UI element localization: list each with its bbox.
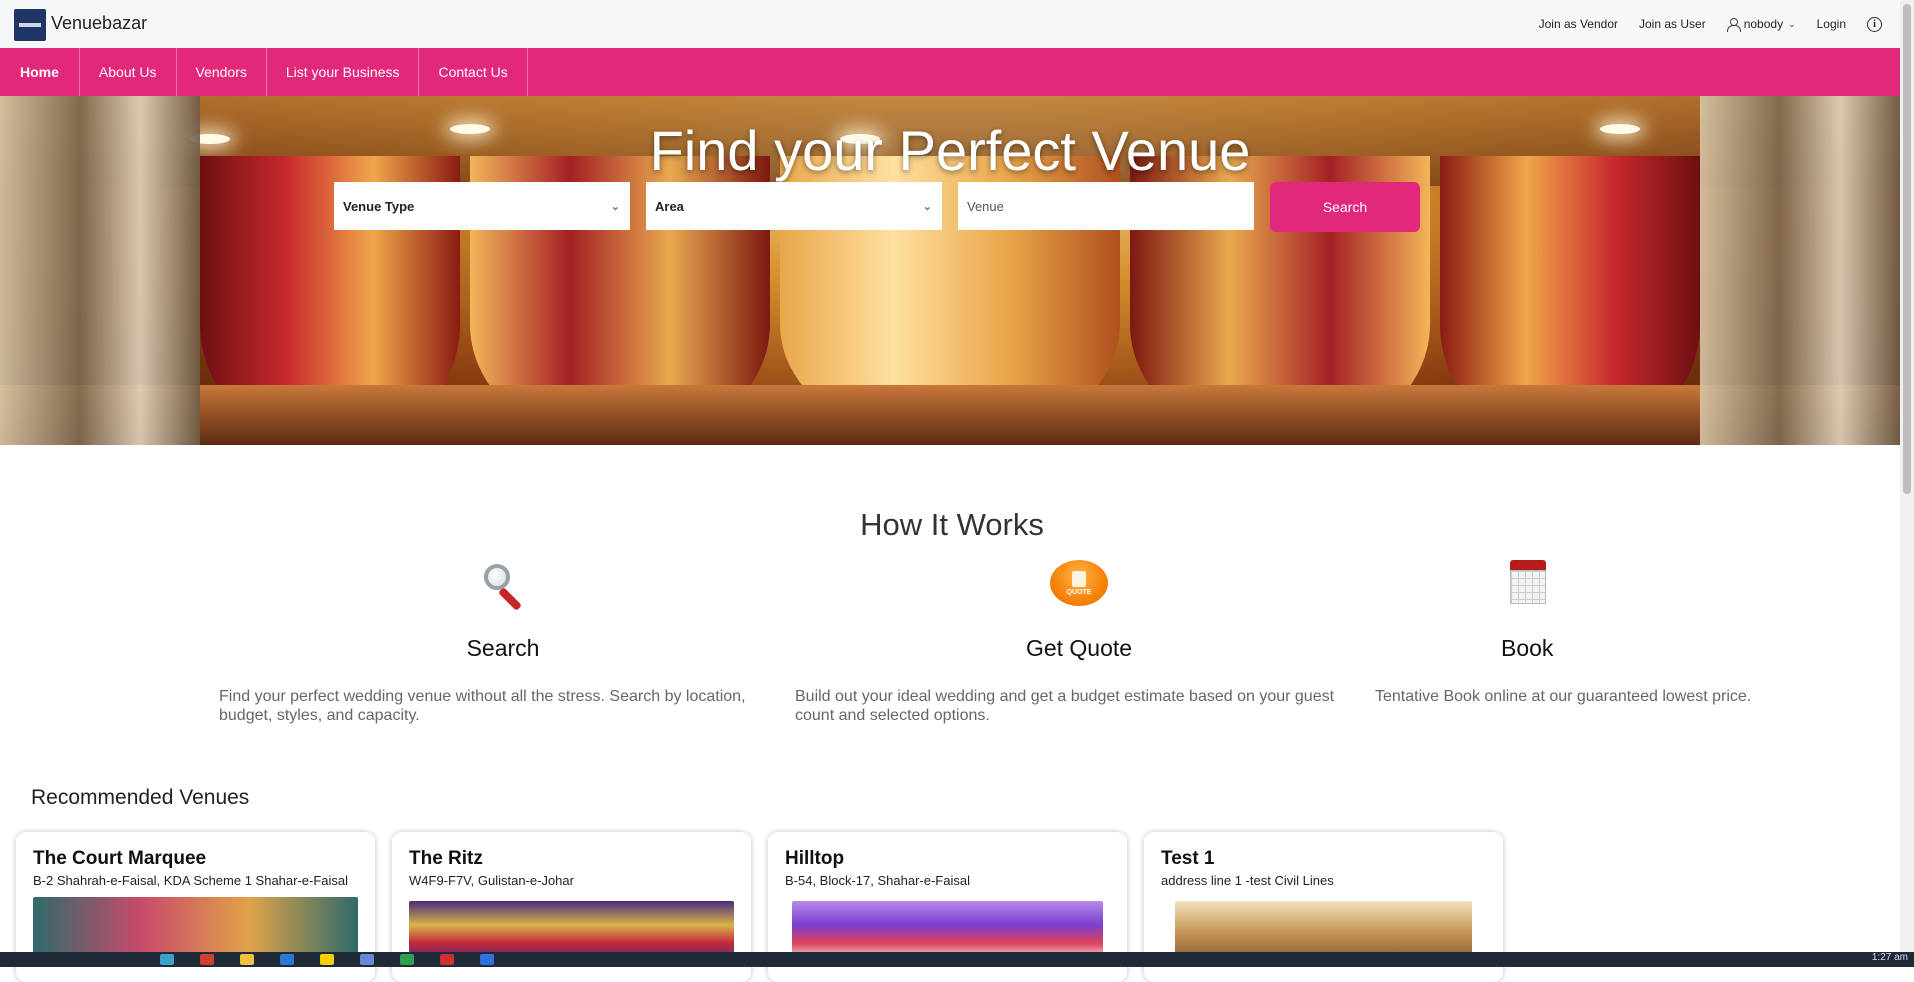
recommended-title: Recommended Venues: [31, 786, 250, 809]
os-taskbar: 1:27 am: [0, 952, 1914, 967]
step-book: Book Tentative Book online at our guaran…: [1365, 560, 1845, 706]
page-scrollbar[interactable]: [1900, 0, 1914, 952]
join-vendor-link[interactable]: Join as Vendor: [1539, 17, 1618, 31]
nav-item-vendors[interactable]: Vendors: [177, 48, 267, 96]
step-search: Search Find your perfect wedding venue w…: [213, 560, 793, 725]
venue-input[interactable]: Venue: [958, 182, 1254, 230]
taskbar-app-icon[interactable]: [280, 954, 294, 965]
step-get-quote: QUOTE Get Quote Build out your ideal wed…: [789, 560, 1369, 725]
stage-floor: [0, 385, 1900, 445]
nav-item-home[interactable]: Home: [0, 48, 80, 96]
taskbar-clock: 1:27 am: [1871, 952, 1908, 963]
user-menu[interactable]: nobody ⌄: [1726, 17, 1796, 32]
taskbar-app-icon[interactable]: [240, 954, 254, 965]
quote-icon: QUOTE: [1050, 560, 1108, 606]
nav-item-contact-us[interactable]: Contact Us: [419, 48, 528, 96]
venue-placeholder: Venue: [967, 198, 1004, 214]
venue-address: W4F9-F7V, Gulistan-e-Johar: [409, 873, 574, 888]
taskbar-app-icon[interactable]: [400, 954, 414, 965]
top-right-menu: Join as Vendor Join as User nobody ⌄ Log…: [1539, 0, 1882, 48]
venue-name: Test 1: [1161, 848, 1215, 869]
venue-name: Hilltop: [785, 848, 845, 869]
scrollbar-thumb[interactable]: [1903, 4, 1911, 494]
login-link[interactable]: Login: [1817, 17, 1846, 31]
taskbar-app-icon[interactable]: [360, 954, 374, 965]
chevron-down-icon: ⌄: [922, 200, 932, 213]
hero-banner: Find your Perfect Venue Venue Type ⌄ Are…: [0, 96, 1900, 445]
info-icon[interactable]: i: [1867, 16, 1882, 32]
nav-item-about-us[interactable]: About Us: [80, 48, 177, 96]
taskbar-app-icon[interactable]: [320, 954, 334, 965]
chevron-down-icon: ⌄: [1788, 18, 1796, 29]
chevron-down-icon: ⌄: [610, 200, 620, 213]
venue-type-value: Venue Type: [343, 198, 415, 214]
venue-image: [33, 897, 358, 957]
main-nav: Home About Us Vendors List your Business…: [0, 48, 1900, 96]
venue-name: The Court Marquee: [33, 848, 207, 869]
top-bar: Venuebazar Join as Vendor Join as User n…: [0, 0, 1900, 48]
brand-name[interactable]: Venuebazar: [51, 13, 147, 34]
step-title: Book: [1501, 635, 1554, 661]
area-value: Area: [655, 198, 684, 214]
step-title: Search: [466, 635, 540, 661]
venue-address: B-54, Block-17, Shahar-e-Faisal: [785, 873, 970, 888]
search-button[interactable]: Search: [1270, 182, 1420, 232]
nav-item-list-business[interactable]: List your Business: [267, 48, 420, 96]
calendar-icon: [1510, 560, 1546, 604]
join-user-link[interactable]: Join as User: [1639, 17, 1706, 31]
search-form: Venue Type ⌄ Area ⌄ Venue Search: [334, 182, 1420, 232]
venue-type-select[interactable]: Venue Type ⌄: [334, 182, 630, 230]
taskbar-app-icon[interactable]: [200, 954, 214, 965]
taskbar-app-icon[interactable]: [440, 954, 454, 965]
step-title: Get Quote: [1025, 635, 1133, 661]
step-description: Build out your ideal wedding and get a b…: [795, 688, 1335, 724]
username-label: nobody: [1743, 17, 1784, 31]
step-description: Find your perfect wedding venue without …: [219, 688, 746, 724]
hero-title: Find your Perfect Venue: [649, 119, 1251, 182]
taskbar-app-icon[interactable]: [160, 954, 174, 965]
venue-name: The Ritz: [409, 848, 483, 869]
venue-address: B-2 Shahrah-e-Faisal, KDA Scheme 1 Shaha…: [33, 873, 349, 888]
user-icon: [1726, 17, 1741, 32]
area-select[interactable]: Area ⌄: [646, 182, 942, 230]
step-description: Tentative Book online at our guaranteed …: [1375, 688, 1752, 705]
brand-logo[interactable]: [14, 9, 46, 41]
taskbar-app-icon[interactable]: [480, 954, 494, 965]
venue-address: address line 1 -test Civil Lines: [1161, 873, 1334, 888]
how-it-works-title: How It Works: [860, 507, 1044, 542]
magnifier-icon: [478, 560, 528, 612]
